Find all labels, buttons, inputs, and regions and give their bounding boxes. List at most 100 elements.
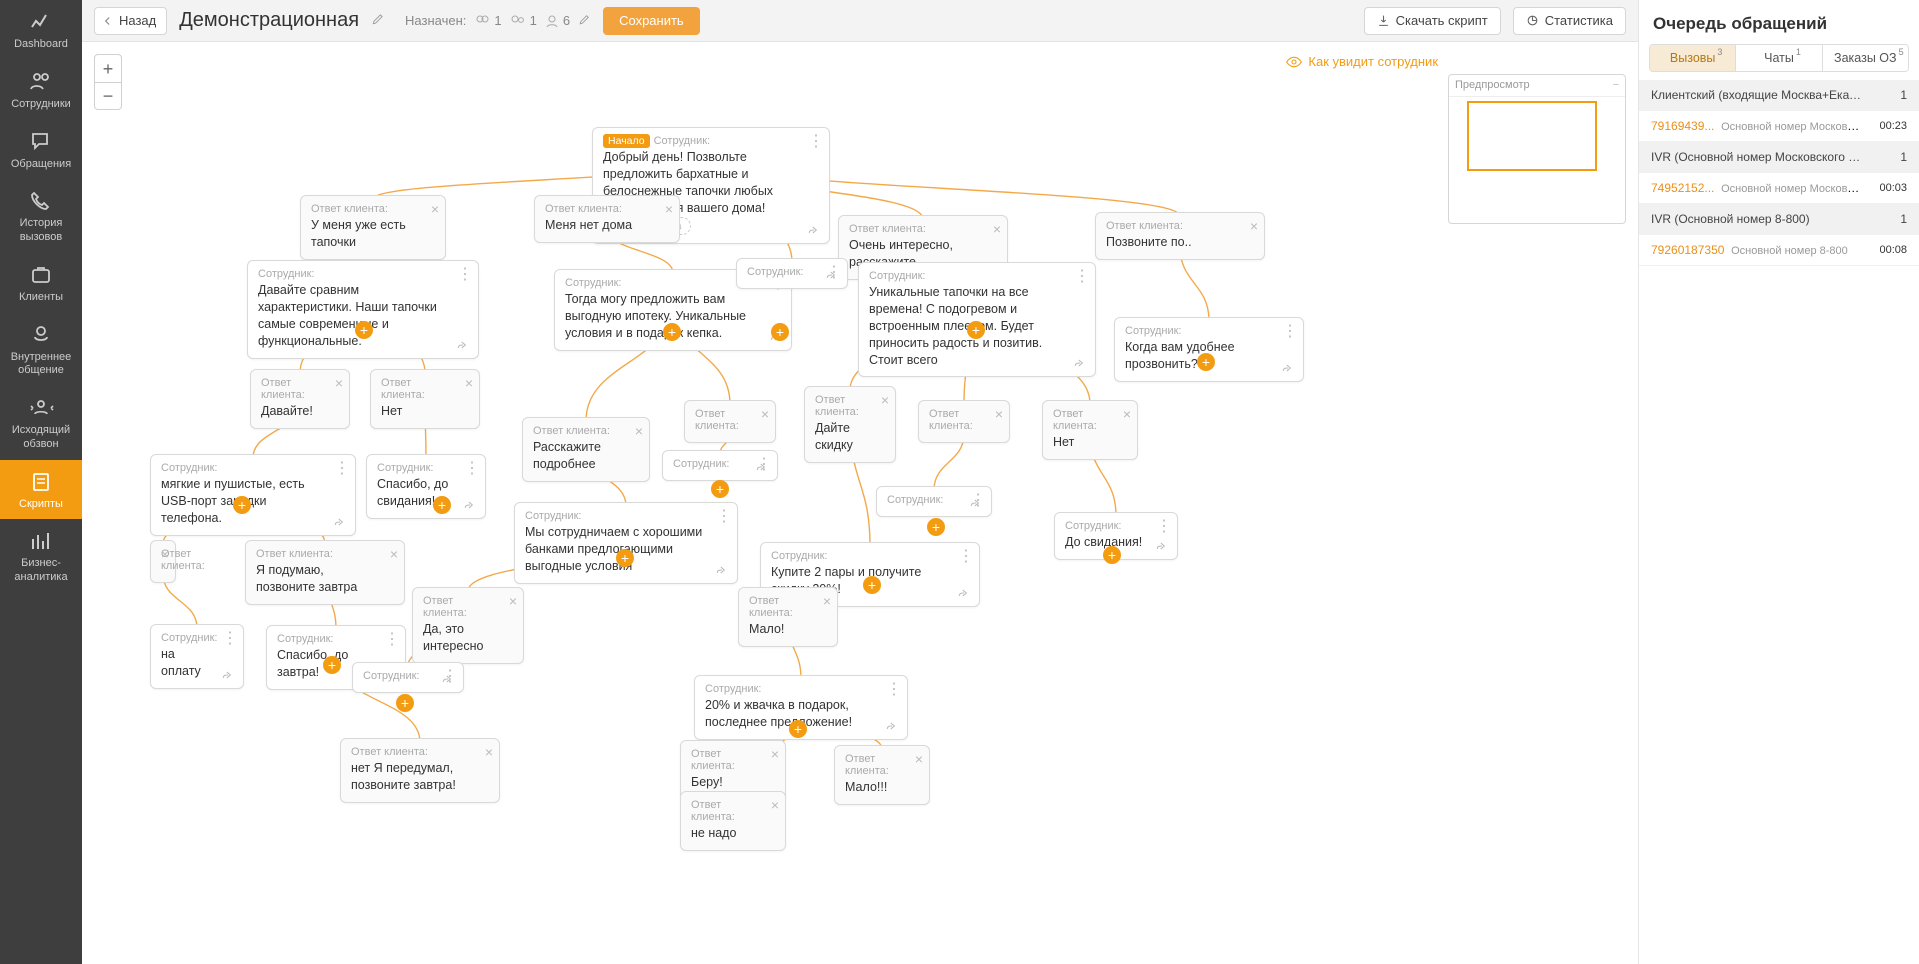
add-branch-button[interactable]: + xyxy=(1197,353,1215,371)
node-link-icon[interactable] xyxy=(1281,361,1295,375)
save-button[interactable]: Сохранить xyxy=(603,7,700,35)
sidebar-item-1[interactable]: Сотрудники xyxy=(0,60,82,120)
close-icon[interactable]: × xyxy=(465,375,473,391)
employee-node[interactable]: Сотрудник:Спасибо, до свидания!⋮ xyxy=(366,454,486,519)
node-link-icon[interactable] xyxy=(333,515,347,529)
employee-node[interactable]: Сотрудник:⋮ xyxy=(662,450,778,481)
add-branch-button[interactable]: + xyxy=(396,694,414,712)
close-icon[interactable]: × xyxy=(635,423,643,439)
queue-group-header[interactable]: IVR (Основной номер Московского офиса)1 xyxy=(1639,142,1919,173)
answer-node[interactable]: Ответ клиента:нет Я передумал, позвоните… xyxy=(340,738,500,803)
add-branch-button[interactable]: + xyxy=(771,323,789,341)
close-icon[interactable]: × xyxy=(335,375,343,391)
close-icon[interactable]: × xyxy=(1250,218,1258,234)
node-menu-icon[interactable]: ⋮ xyxy=(1282,324,1297,340)
close-icon[interactable]: × xyxy=(771,746,779,762)
node-link-icon[interactable] xyxy=(1155,539,1169,553)
sidebar-item-7[interactable]: Скрипты xyxy=(0,460,82,520)
minimap-collapse-icon[interactable]: − xyxy=(1613,79,1619,91)
add-branch-button[interactable]: + xyxy=(711,480,729,498)
employee-node[interactable]: Сотрудник:мягкие и пушистые, есть USB-по… xyxy=(150,454,356,536)
node-menu-icon[interactable]: ⋮ xyxy=(808,134,823,150)
sidebar-item-4[interactable]: Клиенты xyxy=(0,253,82,313)
queue-group-header[interactable]: Клиентский (входящие Москва+Екатеринбург… xyxy=(1639,80,1919,111)
employee-preview-link[interactable]: Как увидит сотрудник xyxy=(1286,54,1438,69)
node-link-icon[interactable] xyxy=(441,672,455,686)
employee-node[interactable]: Сотрудник:Мы сотрудничаем с хорошими бан… xyxy=(514,502,738,584)
close-icon[interactable]: × xyxy=(161,546,169,562)
node-link-icon[interactable] xyxy=(463,498,477,512)
employee-node[interactable]: Сотрудник:Давайте сравним характеристики… xyxy=(247,260,479,359)
add-branch-button[interactable]: + xyxy=(323,656,341,674)
node-link-icon[interactable] xyxy=(969,496,983,510)
answer-node[interactable]: Ответ клиента:Да, это интересно× xyxy=(412,587,524,664)
answer-node[interactable]: Ответ клиента:Я подумаю, позвоните завтр… xyxy=(245,540,405,605)
queue-call-row[interactable]: 79260187350 Основной номер 8-80000:08 xyxy=(1639,235,1919,266)
close-icon[interactable]: × xyxy=(823,593,831,609)
node-link-icon[interactable] xyxy=(715,563,729,577)
add-branch-button[interactable]: + xyxy=(663,323,681,341)
close-icon[interactable]: × xyxy=(509,593,517,609)
node-link-icon[interactable] xyxy=(885,719,899,733)
add-branch-button[interactable]: + xyxy=(433,496,451,514)
answer-node[interactable]: Ответ клиента:× xyxy=(684,400,776,443)
add-branch-button[interactable]: + xyxy=(355,321,373,339)
node-menu-icon[interactable]: ⋮ xyxy=(1156,519,1171,535)
node-link-icon[interactable] xyxy=(221,668,235,682)
queue-group-header[interactable]: IVR (Основной номер 8-800)1 xyxy=(1639,204,1919,235)
queue-tab-1[interactable]: Чаты1 xyxy=(1735,45,1821,71)
answer-node[interactable]: Ответ клиента:Нет× xyxy=(1042,400,1138,460)
node-link-icon[interactable] xyxy=(755,460,769,474)
close-icon[interactable]: × xyxy=(665,201,673,217)
node-menu-icon[interactable]: ⋮ xyxy=(384,632,399,648)
queue-call-row[interactable]: 79169439... Основной номер Московского о… xyxy=(1639,111,1919,142)
node-menu-icon[interactable]: ⋮ xyxy=(334,461,349,477)
sidebar-item-0[interactable]: Dashboard xyxy=(0,0,82,60)
close-icon[interactable]: × xyxy=(915,751,923,767)
node-menu-icon[interactable]: ⋮ xyxy=(464,461,479,477)
statistics-button[interactable]: Статистика xyxy=(1513,7,1626,35)
add-branch-button[interactable]: + xyxy=(616,549,634,567)
answer-node[interactable]: Ответ клиента:У меня уже есть тапочки× xyxy=(300,195,446,260)
node-link-icon[interactable] xyxy=(456,338,470,352)
add-branch-button[interactable]: + xyxy=(233,496,251,514)
node-menu-icon[interactable]: ⋮ xyxy=(222,631,237,647)
add-branch-button[interactable]: + xyxy=(863,576,881,594)
node-menu-icon[interactable]: ⋮ xyxy=(457,267,472,283)
download-script-button[interactable]: Скачать скрипт xyxy=(1364,7,1501,35)
employee-node[interactable]: Сотрудник:⋮ xyxy=(736,258,848,289)
sidebar-item-8[interactable]: Бизнес-аналитика xyxy=(0,519,82,593)
node-menu-icon[interactable]: ⋮ xyxy=(716,509,731,525)
back-button[interactable]: Назад xyxy=(94,7,167,35)
answer-node[interactable]: Ответ клиента:не надо× xyxy=(680,791,786,851)
answer-node[interactable]: Ответ клиента:Меня нет дома× xyxy=(534,195,680,243)
close-icon[interactable]: × xyxy=(431,201,439,217)
zoom-in-button[interactable]: + xyxy=(94,54,122,82)
add-branch-button[interactable]: + xyxy=(1103,546,1121,564)
add-branch-button[interactable]: + xyxy=(789,720,807,738)
employee-node[interactable]: Сотрудник:Когда вам удобнее прозвонить?⋮ xyxy=(1114,317,1304,382)
answer-node[interactable]: Ответ клиента:Расскажите подробнее× xyxy=(522,417,650,482)
minimap[interactable]: Предпросмотр − xyxy=(1448,74,1626,224)
answer-node[interactable]: Ответ клиента:Позвоните по..× xyxy=(1095,212,1265,260)
sidebar-item-2[interactable]: Обращения xyxy=(0,120,82,180)
node-link-icon[interactable] xyxy=(957,586,971,600)
node-menu-icon[interactable]: ⋮ xyxy=(1074,269,1089,285)
minimap-viewport[interactable] xyxy=(1467,101,1597,171)
node-link-icon[interactable] xyxy=(825,268,839,282)
close-icon[interactable]: × xyxy=(761,406,769,422)
close-icon[interactable]: × xyxy=(390,546,398,562)
node-link-icon[interactable] xyxy=(807,223,821,237)
answer-node[interactable]: Ответ клиента:× xyxy=(150,540,176,583)
close-icon[interactable]: × xyxy=(1123,406,1131,422)
answer-node[interactable]: Ответ клиента:Нет× xyxy=(370,369,480,429)
sidebar-item-3[interactable]: История вызовов xyxy=(0,179,82,253)
queue-tab-0[interactable]: Вызовы3 xyxy=(1650,45,1735,71)
sidebar-item-6[interactable]: Исходящий обзвон xyxy=(0,386,82,460)
queue-call-row[interactable]: 74952152... Основной номер Московского о… xyxy=(1639,173,1919,204)
close-icon[interactable]: × xyxy=(881,392,889,408)
queue-tab-2[interactable]: Заказы ОЗ5 xyxy=(1822,45,1908,71)
script-canvas[interactable]: + − Как увидит сотрудник Предпросмотр − … xyxy=(82,42,1638,964)
answer-node[interactable]: Ответ клиента:Мало!!!× xyxy=(834,745,930,805)
employee-node[interactable]: Сотрудник:⋮ xyxy=(352,662,464,693)
